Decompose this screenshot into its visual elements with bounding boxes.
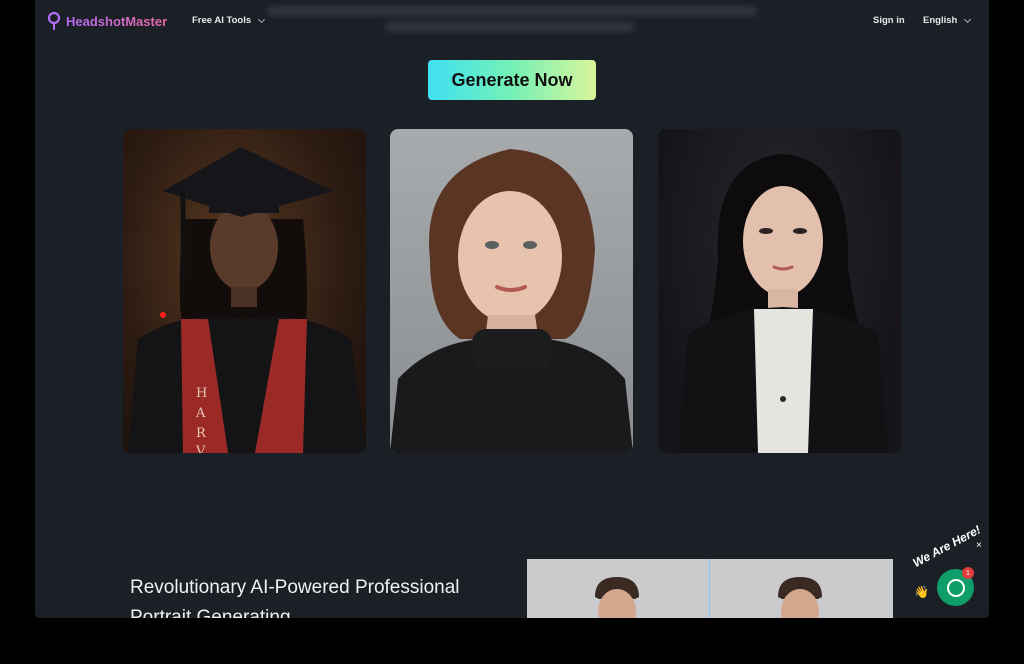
man-portrait-before <box>595 577 639 618</box>
comparison-before <box>527 559 710 618</box>
chat-unread-badge: 1 <box>962 567 974 579</box>
sign-in-link[interactable]: Sign in <box>873 15 905 26</box>
generate-now-button[interactable]: Generate Now <box>428 60 596 100</box>
free-ai-tools-menu[interactable]: Free AI Tools <box>192 15 266 26</box>
portrait-card-blazer[interactable] <box>658 129 901 453</box>
browser-window: HeadshotMaster Free AI Tools Sign in Eng… <box>35 0 989 618</box>
portrait-card-graduate[interactable]: H A R V <box>123 129 366 453</box>
top-nav: HeadshotMaster Free AI Tools Sign in Eng… <box>35 0 989 44</box>
chevron-down-icon <box>258 15 266 23</box>
brand-name: HeadshotMaster <box>66 13 168 29</box>
blurred-banner <box>267 6 757 16</box>
language-label: English <box>923 15 958 26</box>
language-selector[interactable]: English <box>923 15 972 26</box>
free-ai-tools-label: Free AI Tools <box>192 15 252 26</box>
blurred-banner-line <box>385 22 635 32</box>
waving-hand-icon: 👋 <box>914 585 929 599</box>
man-portrait-after <box>778 577 822 618</box>
sash-letter-r: R <box>196 426 207 441</box>
chevron-down-icon <box>964 15 972 23</box>
turtleneck-portrait-image <box>390 149 633 453</box>
brand-logo[interactable]: HeadshotMaster <box>47 11 167 31</box>
before-after-comparison[interactable] <box>527 559 893 618</box>
blazer-portrait-image <box>678 154 888 453</box>
chat-close-icon[interactable]: × <box>976 540 982 551</box>
sash-letter-h: H <box>196 386 207 401</box>
logo-icon <box>47 11 61 30</box>
section-title: Revolutionary AI-Powered Professional Po… <box>130 577 460 618</box>
comparison-after <box>710 559 893 618</box>
portrait-card-turtleneck[interactable] <box>390 129 633 453</box>
graduate-portrait-image: H A R V <box>128 147 366 453</box>
sash-letter-a: A <box>195 406 206 421</box>
sash-letter-v: V <box>195 444 206 453</box>
chat-bubble-icon <box>946 578 965 597</box>
